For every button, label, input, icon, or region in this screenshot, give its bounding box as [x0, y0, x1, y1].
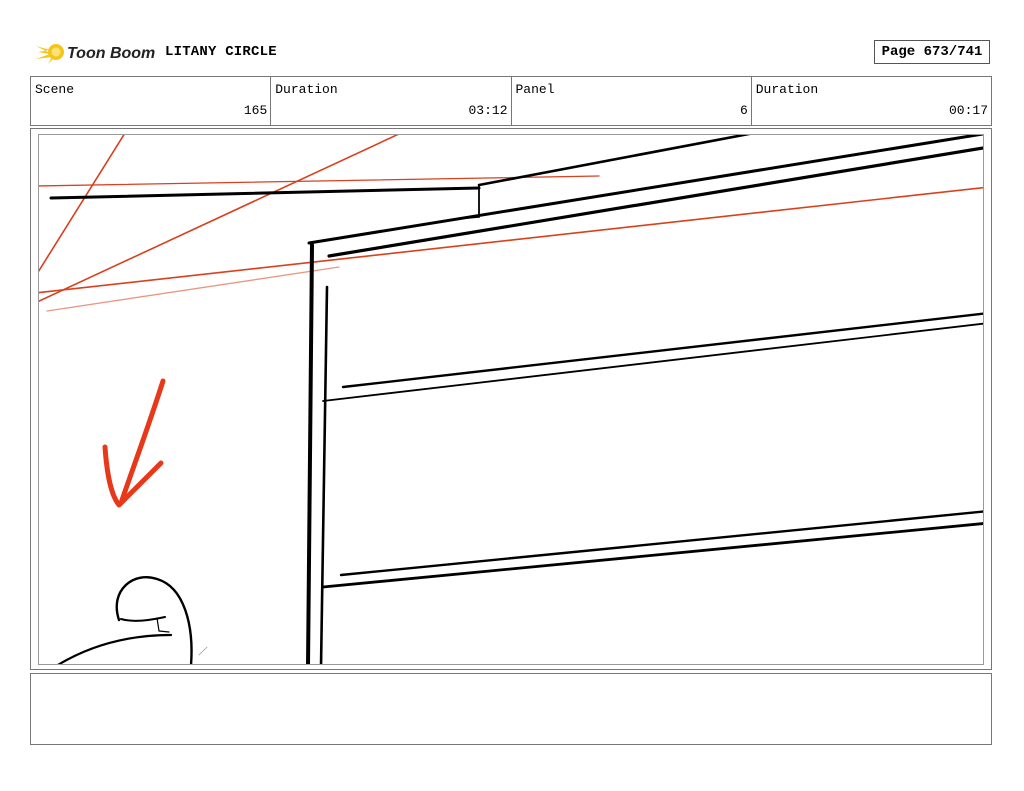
toon-boom-comet-icon — [36, 44, 64, 64]
storyboard-panel-frame — [30, 128, 992, 670]
project-title: LITANY CIRCLE — [165, 44, 277, 60]
logo-wordmark: Toon Boom — [67, 45, 155, 62]
panel-cell: Panel 6 — [512, 77, 752, 125]
panel-info-row: Scene 165 Duration 03:12 Panel 6 Duratio… — [30, 76, 992, 126]
red-direction-arrow — [102, 378, 166, 508]
page-number: Page 673/741 — [874, 40, 990, 64]
panel-value: 6 — [739, 103, 748, 118]
panel-duration-value: 00:17 — [948, 103, 988, 118]
panel-label: Panel — [515, 82, 555, 97]
red-construction-lines — [39, 135, 983, 312]
scene-value: 165 — [243, 103, 268, 118]
character-sketch — [57, 576, 208, 664]
scene-cell: Scene 165 — [31, 77, 272, 125]
panel-notes-box — [30, 673, 992, 745]
black-sketch-lines — [49, 135, 983, 664]
scene-duration-cell: Duration 03:12 — [271, 77, 512, 125]
scene-duration-value: 03:12 — [468, 103, 508, 118]
toon-boom-logo: Toon Boom — [34, 36, 158, 68]
storyboard-panel-image — [38, 134, 984, 665]
scene-label: Scene — [35, 82, 75, 97]
panel-duration-label: Duration — [755, 82, 819, 97]
panel-duration-cell: Duration 00:17 — [752, 77, 991, 125]
scene-duration-label: Duration — [275, 82, 338, 97]
